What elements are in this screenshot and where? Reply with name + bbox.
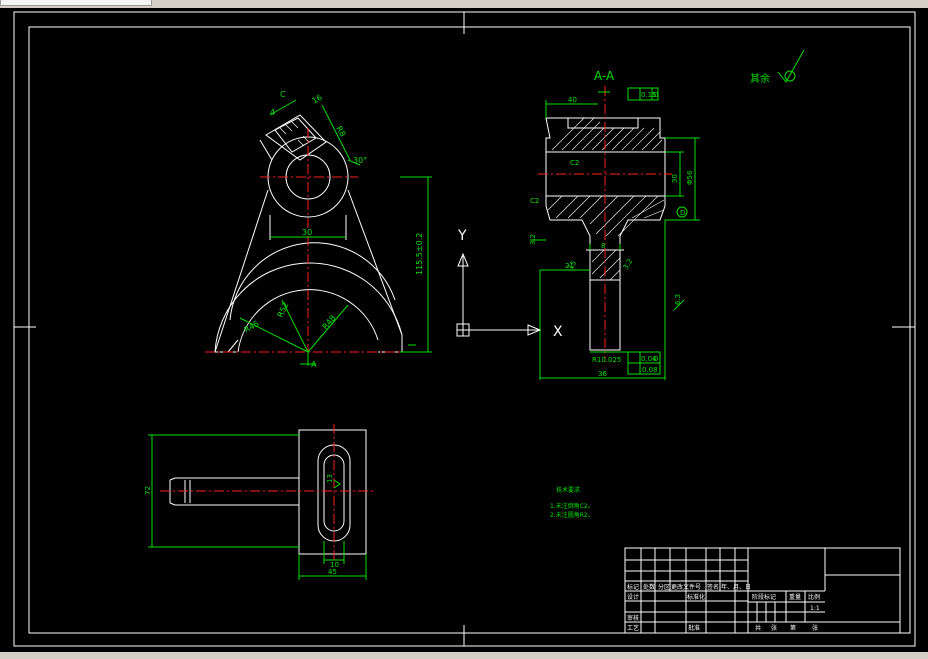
window-title-bar [0,0,928,8]
top-view [169,429,367,555]
dim-45: 45 [328,568,337,576]
ra-3-2: 3.2 [529,234,537,245]
tb-h0: 标记 [627,583,639,591]
flat-tol: 0.08 [642,366,658,374]
dim-16: 16 [311,93,324,106]
tb-approve: 批准 [688,624,700,632]
dim-tail: R10.025 [592,356,621,364]
chamfer-c2: C2 [570,159,579,167]
tb-process: 工艺 [627,624,639,632]
dim-r52: R52 [276,301,291,319]
section-mark-a: A [311,360,317,369]
tb-sheet-unit1: 张 [771,624,777,632]
tb-design: 设计 [627,593,639,601]
ra-3-2-b: 3.2 [622,257,634,271]
roughness-note: 其余 [750,72,770,85]
ra-6-3: 6.3 [674,294,682,305]
dim-r48: R48 [321,313,338,331]
dim-10: 10 [330,561,339,569]
ucs-x-label: X [553,324,563,340]
dim-d56: Φ56 [686,170,694,185]
top-dimensions [148,434,367,580]
sym-datum: D [653,355,658,363]
tb-h1: 处数 [643,583,655,591]
tb-scale-label: 比例 [808,593,820,601]
section-hatch [547,117,665,281]
tb-h5: 年、月、日 [721,583,751,591]
ucs-icon [456,252,542,337]
tb-scale-value: 1:1 [810,605,820,612]
dim-30: 30 [302,228,312,237]
dim-8: 8 [601,242,605,250]
top-dim-text: 72 45 10 13 [144,474,339,576]
tb-standardize: 标准化 [687,593,705,601]
tol-datum: D [653,91,658,99]
datum-circle-text: D [680,209,685,217]
front-dimensions [239,99,432,366]
top-centerlines [160,424,375,560]
status-bar [0,652,928,659]
tb-h4: 签名 [707,583,719,591]
tb-h3: 更改文件号 [671,583,701,591]
document-tab[interactable] [0,0,152,6]
notes-line2: 2.未注圆角R2。 [550,511,594,519]
dim-36: 36 [598,370,607,378]
notes-line1: 1.未注倒角C2。 [550,502,594,510]
dim-r8: R8 [334,125,347,139]
dim-40: 40 [568,96,577,104]
dim-r45: R45 [243,319,261,335]
dim-30deg: 30° [353,156,367,165]
centering-marks [14,12,915,646]
dim-13: 13 [326,474,334,483]
roughness-symbol [777,49,805,83]
tb-weight: 重量 [789,593,801,601]
dim-height: 115.5±0.2 [415,233,424,275]
dim-c: C [280,90,286,99]
tb-stage: 阶段标记 [752,593,776,601]
notes-title: 技术要求 [556,486,580,494]
tb-sheet-unit2: 张 [812,624,818,632]
dim-30-bore: 30 [671,174,679,183]
ucs-y-label: Y [457,228,467,244]
technical-notes: 技术要求 1.未注倒角C2。 2.未注圆角R2。 [550,486,594,519]
tb-h2: 分区 [658,583,670,591]
front-centerlines [205,128,412,360]
dim-4: 4 [270,108,275,117]
tb-sheet-total: 共 [755,624,761,632]
title-block-text: 标记 处数 分区 更改文件号 签名 年、月、日 设计 标准化 审核 工艺 批准 … [627,583,820,632]
section-title: A-A [594,69,615,83]
section-centerlines [538,86,672,362]
chamfer-c2-b: C2 [530,197,539,205]
tb-sheet-num: 第 [790,624,796,632]
dim-72: 72 [144,486,152,495]
outer-sheet-border [13,11,916,647]
cad-drawing-canvas[interactable]: C 4 16 R8 30° 30 115.5±0.2 R52 R48 R45 A… [0,8,928,652]
tb-review: 审核 [627,614,639,622]
